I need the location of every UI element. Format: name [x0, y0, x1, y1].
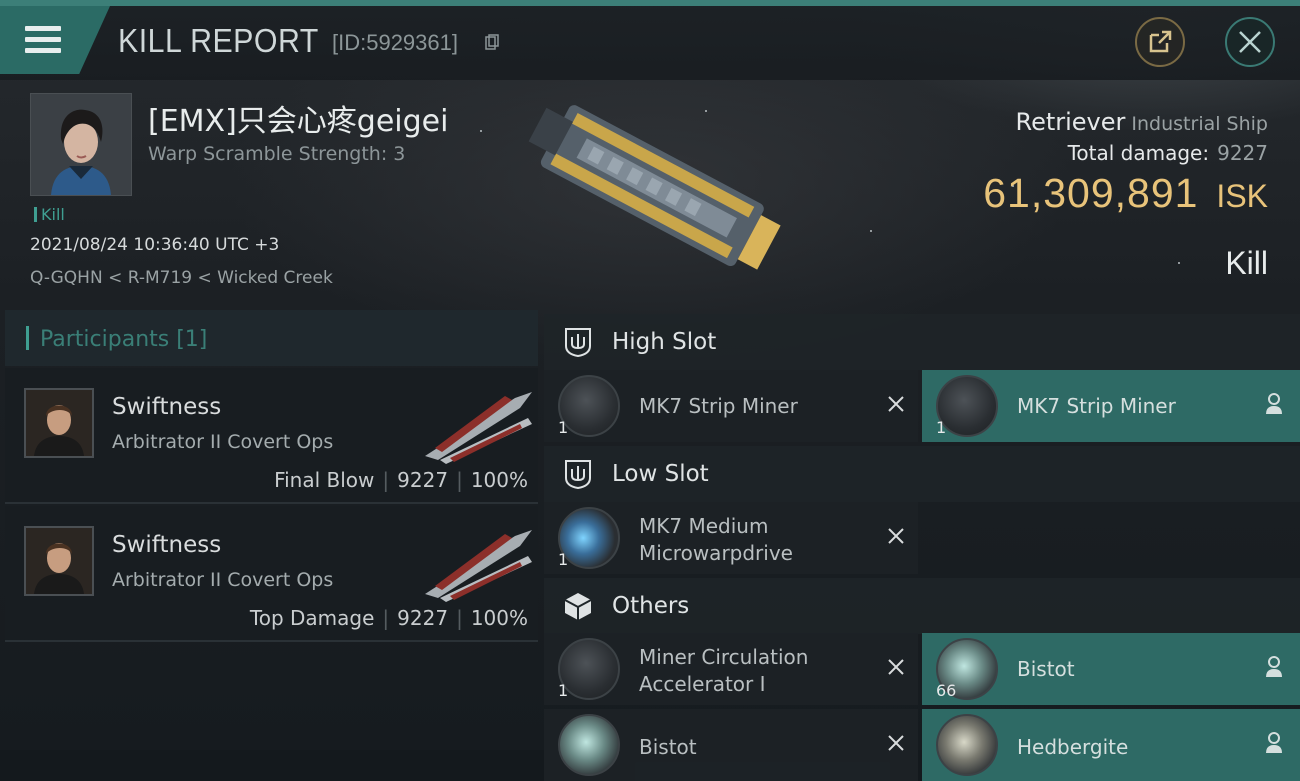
low-slot-header: Low Slot — [544, 446, 1300, 502]
module-name: MK7 Strip Miner — [639, 394, 798, 418]
victim-name: [EMX]只会心疼geigei — [148, 104, 449, 139]
module-item[interactable]: 1 Miner Circulation Accelerator I — [544, 633, 918, 705]
section-accent-bar — [26, 326, 29, 350]
star — [870, 230, 872, 232]
fitting-panel: High Slot 1 MK7 Strip Miner 1 MK7 Strip … — [544, 310, 1300, 781]
victim-ship-name: Retriever Industrial Ship — [1015, 108, 1268, 136]
destroyed-x-icon — [888, 396, 904, 412]
kill-datetime: 2021/08/24 10:36:40 UTC +3 — [30, 235, 280, 255]
participant-damage: 9227 — [397, 606, 449, 630]
participant-row[interactable]: Swiftness Arbitrator II Covert Ops Top D… — [5, 506, 538, 642]
high-slot-icon — [565, 328, 591, 358]
character-portrait-image — [26, 390, 92, 456]
module-item[interactable]: Bistot — [544, 709, 918, 781]
dropped-person-icon — [1266, 732, 1282, 753]
total-damage-value: 9227 — [1217, 141, 1268, 165]
star — [1178, 262, 1180, 264]
module-quantity: 1 — [558, 681, 569, 700]
total-damage-label: Total damage: — [1067, 141, 1210, 165]
dropped-person-icon — [1266, 393, 1282, 414]
participants-header: Participants [1] — [5, 310, 538, 366]
kill-location[interactable]: Q-GQHN < R-M719 < Wicked Creek — [30, 268, 333, 288]
high-slot-header: High Slot — [544, 314, 1300, 370]
star — [480, 130, 482, 132]
participant-name: Swiftness — [112, 532, 222, 558]
total-damage: Total damage: 9227 — [1068, 141, 1268, 165]
close-button[interactable] — [1225, 17, 1275, 67]
participant-percent: 100% — [470, 468, 528, 492]
module-name-line-1: MK7 Medium — [639, 514, 769, 538]
participant-damage: 9227 — [397, 468, 449, 492]
module-name: MK7 Strip Miner — [1017, 394, 1176, 418]
character-portrait-image — [26, 528, 92, 594]
report-id: [ID:5929361] — [332, 30, 458, 55]
participant-role: Top Damage — [249, 606, 375, 630]
participant-avatar[interactable] — [24, 388, 94, 458]
module-item[interactable]: 1 MK7 Strip Miner — [922, 370, 1300, 442]
module-quantity: 1 — [558, 550, 569, 569]
module-item[interactable]: 1 MK7 Strip Miner — [544, 370, 918, 442]
module-name: Bistot — [639, 735, 697, 759]
victim-ship-image[interactable] — [510, 90, 790, 290]
hamburger-menu-icon — [25, 26, 61, 56]
module-quantity: 66 — [936, 681, 957, 700]
destroyed-x-icon — [888, 528, 904, 544]
module-name-line-2: Microwarpdrive — [639, 541, 793, 565]
participant-name: Swiftness — [112, 394, 222, 420]
module-item[interactable]: Hedbergite — [922, 709, 1300, 781]
copy-icon[interactable] — [485, 34, 499, 50]
isk-unit: ISK — [1216, 178, 1268, 214]
low-slot-title: Low Slot — [612, 461, 709, 487]
ship-name: Retriever — [1015, 108, 1126, 136]
participant-ship-image — [425, 392, 532, 464]
participant-ship-image — [425, 530, 532, 602]
module-name-line-1: Miner Circulation — [639, 645, 809, 669]
participant-avatar[interactable] — [24, 526, 94, 596]
module-item[interactable]: 1 MK7 Medium Microwarpdrive — [544, 502, 918, 574]
share-button[interactable] — [1135, 17, 1185, 67]
module-quantity: 1 — [558, 418, 569, 437]
module-name: Hedbergite — [1017, 735, 1129, 759]
result-label: Kill — [1225, 245, 1268, 281]
page-title: KILL REPORT — [118, 22, 319, 59]
share-external-icon — [1149, 30, 1172, 53]
high-slot-title: High Slot — [612, 329, 717, 355]
participant-role: Final Blow — [274, 468, 375, 492]
destroyed-x-icon — [888, 735, 904, 751]
module-name: Bistot — [1017, 657, 1075, 681]
ship-class: Industrial Ship — [1131, 113, 1268, 135]
participants-panel: Participants [1] Swiftness Arbitrator II… — [5, 310, 538, 750]
isk-amount: 61,309,891 — [983, 170, 1199, 216]
participant-percent: 100% — [470, 606, 528, 630]
others-title: Others — [612, 593, 690, 619]
participant-row[interactable]: Swiftness Arbitrator II Covert Ops Final… — [5, 368, 538, 504]
character-portrait-image — [31, 94, 131, 195]
isk-value: 61,309,891 ISK — [983, 170, 1268, 217]
participant-ship: Arbitrator II Covert Ops — [112, 569, 334, 591]
module-item[interactable]: 66 Bistot — [922, 633, 1300, 705]
bistot-ore-icon — [558, 714, 620, 776]
participant-stats: Final Blow | 9227 | 100% — [274, 468, 528, 492]
close-icon — [1239, 31, 1261, 53]
kill-tag: Kill — [34, 205, 65, 224]
victim-portrait[interactable] — [30, 93, 132, 196]
low-slot-icon — [565, 460, 591, 490]
destroyed-x-icon — [888, 659, 904, 675]
cargo-cube-icon — [564, 593, 592, 620]
module-quantity: 1 — [936, 418, 947, 437]
module-name-line-2: Accelerator I — [639, 672, 766, 696]
warp-scramble-strength: Warp Scramble Strength: 3 — [148, 143, 406, 165]
participants-title: Participants [1] — [40, 327, 208, 352]
participant-stats: Top Damage | 9227 | 100% — [249, 606, 528, 630]
dropped-person-icon — [1266, 656, 1282, 677]
participant-ship: Arbitrator II Covert Ops — [112, 431, 334, 453]
others-header: Others — [544, 578, 1300, 634]
hedbergite-ore-icon — [936, 714, 998, 776]
